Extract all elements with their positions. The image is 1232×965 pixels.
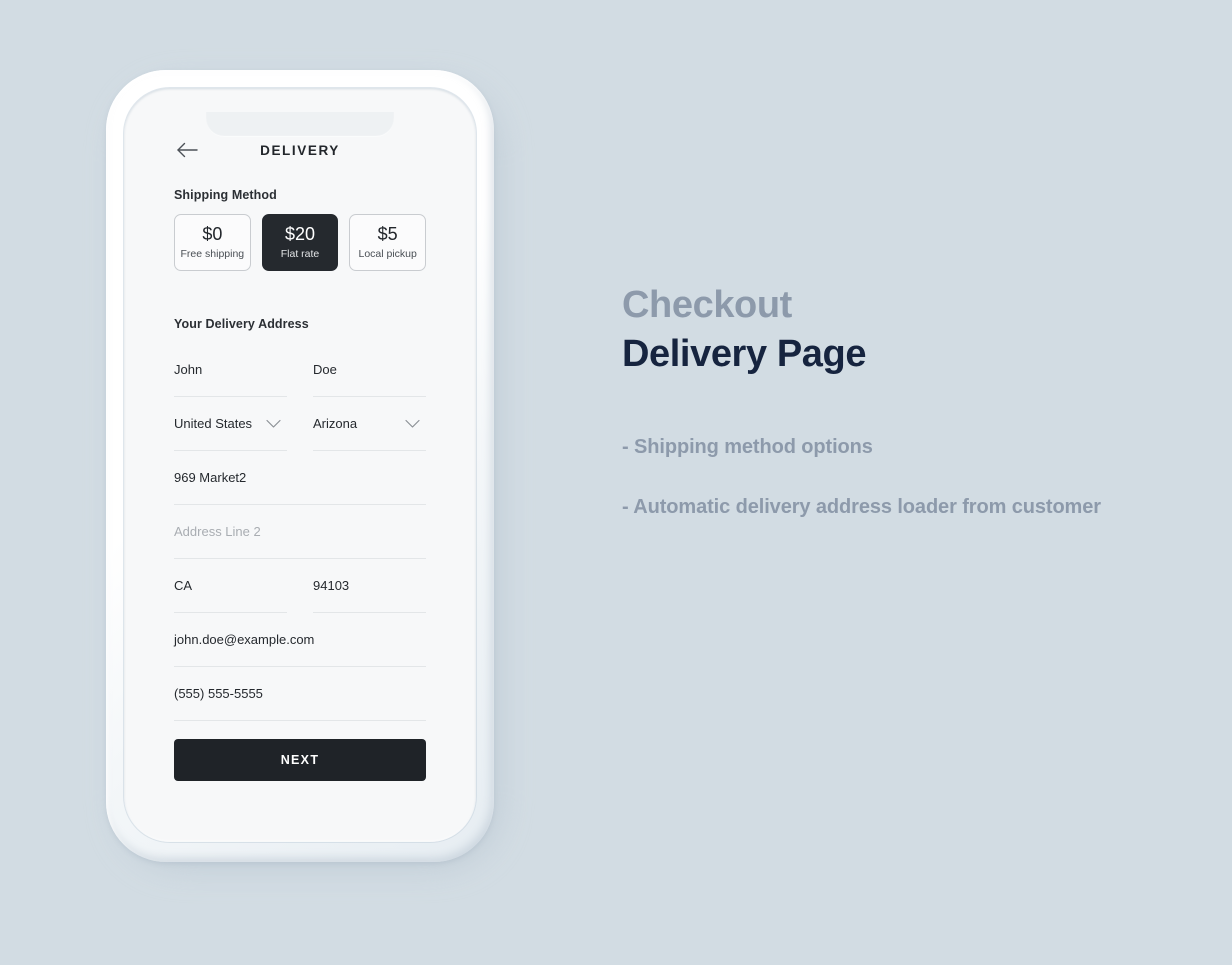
phone-inner-bezel: DELIVERY Shipping Method $0 Free shippin…	[124, 88, 476, 842]
chevron-down-icon	[405, 419, 420, 428]
address-line-1-value: 969 Market2	[174, 470, 247, 485]
shipping-option-flat-rate[interactable]: $20 Flat rate	[261, 214, 339, 271]
phone-row: (555) 555-5555	[174, 667, 426, 721]
city-value: CA	[174, 578, 193, 593]
info-panel: Checkout Delivery Page - Shipping method…	[622, 283, 1142, 521]
phone-notch	[206, 112, 394, 137]
next-button[interactable]: NEXT	[174, 739, 426, 781]
shipping-option-price: $5	[377, 223, 398, 244]
last-name-field[interactable]: Doe	[313, 343, 426, 397]
email-row: john.doe@example.com	[174, 613, 426, 667]
delivery-address-label: Your Delivery Address	[174, 317, 309, 331]
info-heading: Delivery Page	[622, 332, 867, 375]
delivery-address-form: John Doe United States Arizona 969 Marke…	[174, 343, 426, 781]
address-line-1-field[interactable]: 969 Market2	[174, 451, 426, 505]
shipping-option-price: $0	[202, 223, 223, 244]
page-title: DELIVERY	[260, 142, 340, 158]
delivery-page: DELIVERY Shipping Method $0 Free shippin…	[148, 112, 452, 816]
region-row: United States Arizona	[174, 397, 426, 451]
back-arrow-icon[interactable]	[174, 137, 200, 163]
info-bullet-item: - Shipping method options	[622, 435, 873, 458]
shipping-option-free-shipping[interactable]: $0 Free shipping	[174, 214, 251, 271]
shipping-option-name: Flat rate	[280, 248, 320, 261]
shipping-option-price: $20	[284, 223, 316, 244]
city-postal-row: CA 94103	[174, 559, 426, 613]
info-eyebrow: Checkout	[622, 284, 792, 326]
first-name-field[interactable]: John	[174, 343, 287, 397]
shipping-option-name: Free shipping	[180, 248, 245, 261]
last-name-value: Doe	[313, 362, 337, 377]
info-bullet-item: - Automatic delivery address loader from…	[622, 496, 1101, 519]
address-line-1-row: 969 Market2	[174, 451, 426, 505]
email-value: john.doe@example.com	[174, 632, 315, 647]
address-line-2-field[interactable]: Address Line 2	[174, 505, 426, 559]
info-bullet-list: - Shipping method options - Automatic de…	[622, 433, 1142, 522]
shipping-method-options: $0 Free shipping $20 Flat rate $5 Local …	[174, 214, 427, 271]
address-line-2-placeholder: Address Line 2	[174, 524, 261, 539]
state-value: Arizona	[313, 416, 358, 431]
first-name-value: John	[174, 362, 203, 377]
country-value: United States	[174, 416, 253, 431]
country-select[interactable]: United States	[174, 397, 287, 451]
state-select[interactable]: Arizona	[313, 397, 426, 451]
name-row: John Doe	[174, 343, 426, 397]
phone-mockup: DELIVERY Shipping Method $0 Free shippin…	[106, 70, 498, 866]
chevron-down-icon	[266, 419, 281, 428]
postal-code-value: 94103	[313, 578, 350, 593]
shipping-option-name: Local pickup	[358, 248, 417, 261]
phone-value: (555) 555-5555	[174, 686, 263, 701]
postal-code-field[interactable]: 94103	[313, 559, 426, 613]
shipping-method-label: Shipping Method	[174, 188, 277, 202]
city-field[interactable]: CA	[174, 559, 287, 613]
phone-screen: DELIVERY Shipping Method $0 Free shippin…	[148, 112, 452, 816]
email-field[interactable]: john.doe@example.com	[174, 613, 426, 667]
address-line-2-row: Address Line 2	[174, 505, 426, 559]
phone-frame: DELIVERY Shipping Method $0 Free shippin…	[106, 70, 494, 862]
shipping-option-local-pickup[interactable]: $5 Local pickup	[349, 214, 427, 271]
phone-field[interactable]: (555) 555-5555	[174, 667, 426, 721]
